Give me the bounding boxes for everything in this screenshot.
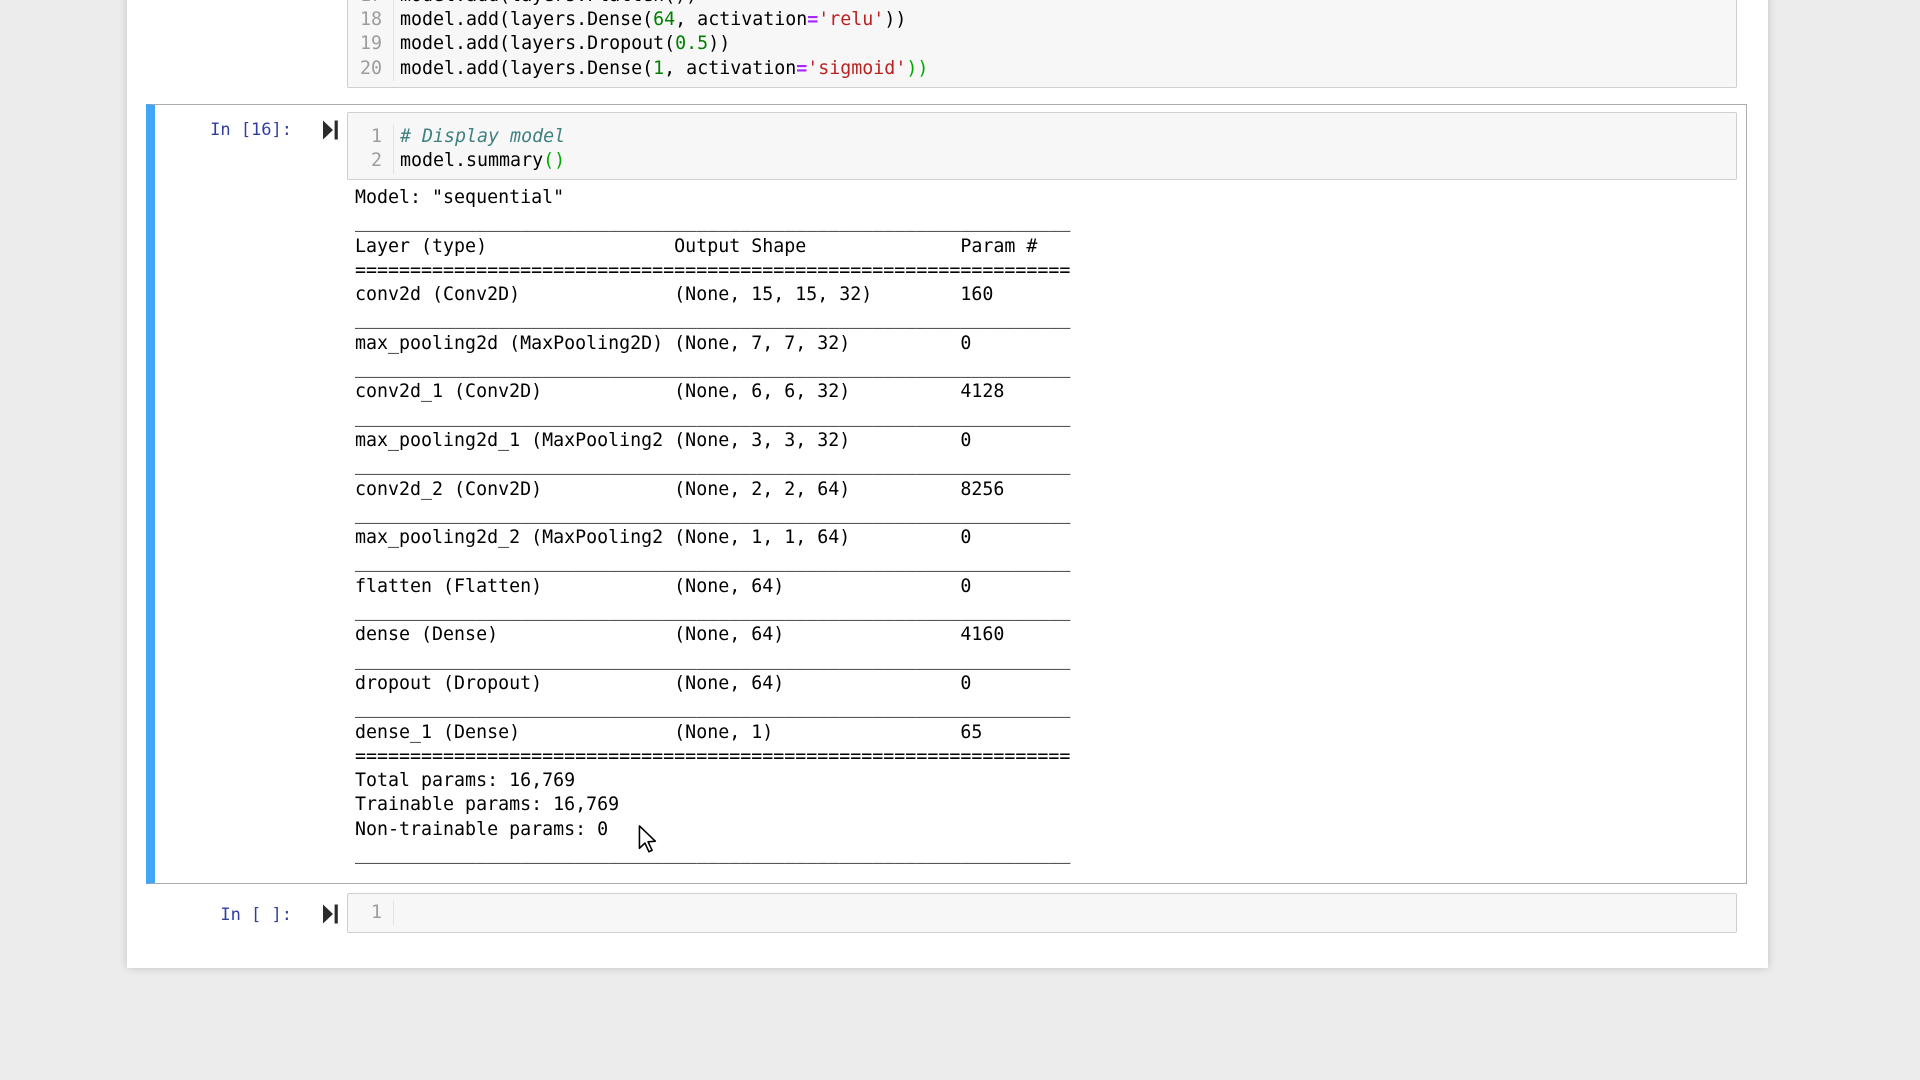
line-number: 2: [348, 149, 394, 173]
code-line[interactable]: model.add(layers.Dropout(0.5)): [394, 33, 730, 54]
input-prompt-empty: In [ ]:: [206, 903, 292, 927]
code-lines-empty-cell[interactable]: 1: [348, 894, 1736, 930]
code-row[interactable]: 17model.add(layers.Flatten()): [348, 0, 1736, 8]
line-number: 1: [348, 125, 394, 149]
code-line[interactable]: model.summary(): [394, 150, 565, 171]
selected-code-cell[interactable]: In [16]: 1# Display model2model.summary(…: [146, 104, 1747, 884]
line-number: 17: [348, 0, 394, 8]
code-row[interactable]: 19model.add(layers.Dropout(0.5)): [348, 32, 1736, 56]
line-number: 19: [348, 32, 394, 56]
run-cell-icon[interactable]: [322, 120, 339, 140]
code-row[interactable]: 18model.add(layers.Dense(64, activation=…: [348, 8, 1736, 32]
line-number: 20: [348, 57, 394, 81]
code-editor-top-cell[interactable]: 17model.add(layers.Flatten())18model.add…: [347, 0, 1737, 88]
desktop: 17model.add(layers.Flatten())18model.add…: [0, 0, 1920, 1080]
code-row[interactable]: 1: [348, 901, 1736, 925]
code-line[interactable]: model.add(layers.Flatten()): [394, 0, 697, 6]
code-line[interactable]: [394, 902, 400, 923]
line-number: 18: [348, 8, 394, 32]
code-row[interactable]: 20model.add(layers.Dense(1, activation='…: [348, 57, 1736, 81]
code-row[interactable]: 2model.summary(): [348, 149, 1736, 173]
mouse-cursor: [638, 825, 657, 853]
line-number: 1: [348, 901, 394, 925]
code-editor-empty-cell[interactable]: 1: [347, 893, 1737, 933]
input-prompt: In [16]:: [206, 118, 292, 142]
model-summary-output: Model: "sequential" ____________________…: [355, 186, 1070, 866]
code-line[interactable]: model.add(layers.Dense(1, activation='si…: [394, 58, 928, 79]
code-line[interactable]: model.add(layers.Dense(64, activation='r…: [394, 9, 906, 30]
run-cell-icon-empty[interactable]: [322, 904, 339, 924]
code-row[interactable]: 1# Display model: [348, 125, 1736, 149]
code-editor-selected-cell[interactable]: 1# Display model2model.summary(): [347, 112, 1737, 180]
code-lines-selected-cell[interactable]: 1# Display model2model.summary(): [348, 113, 1736, 179]
code-lines-top-cell[interactable]: 17model.add(layers.Flatten())18model.add…: [348, 0, 1736, 87]
code-line[interactable]: # Display model: [394, 126, 565, 147]
